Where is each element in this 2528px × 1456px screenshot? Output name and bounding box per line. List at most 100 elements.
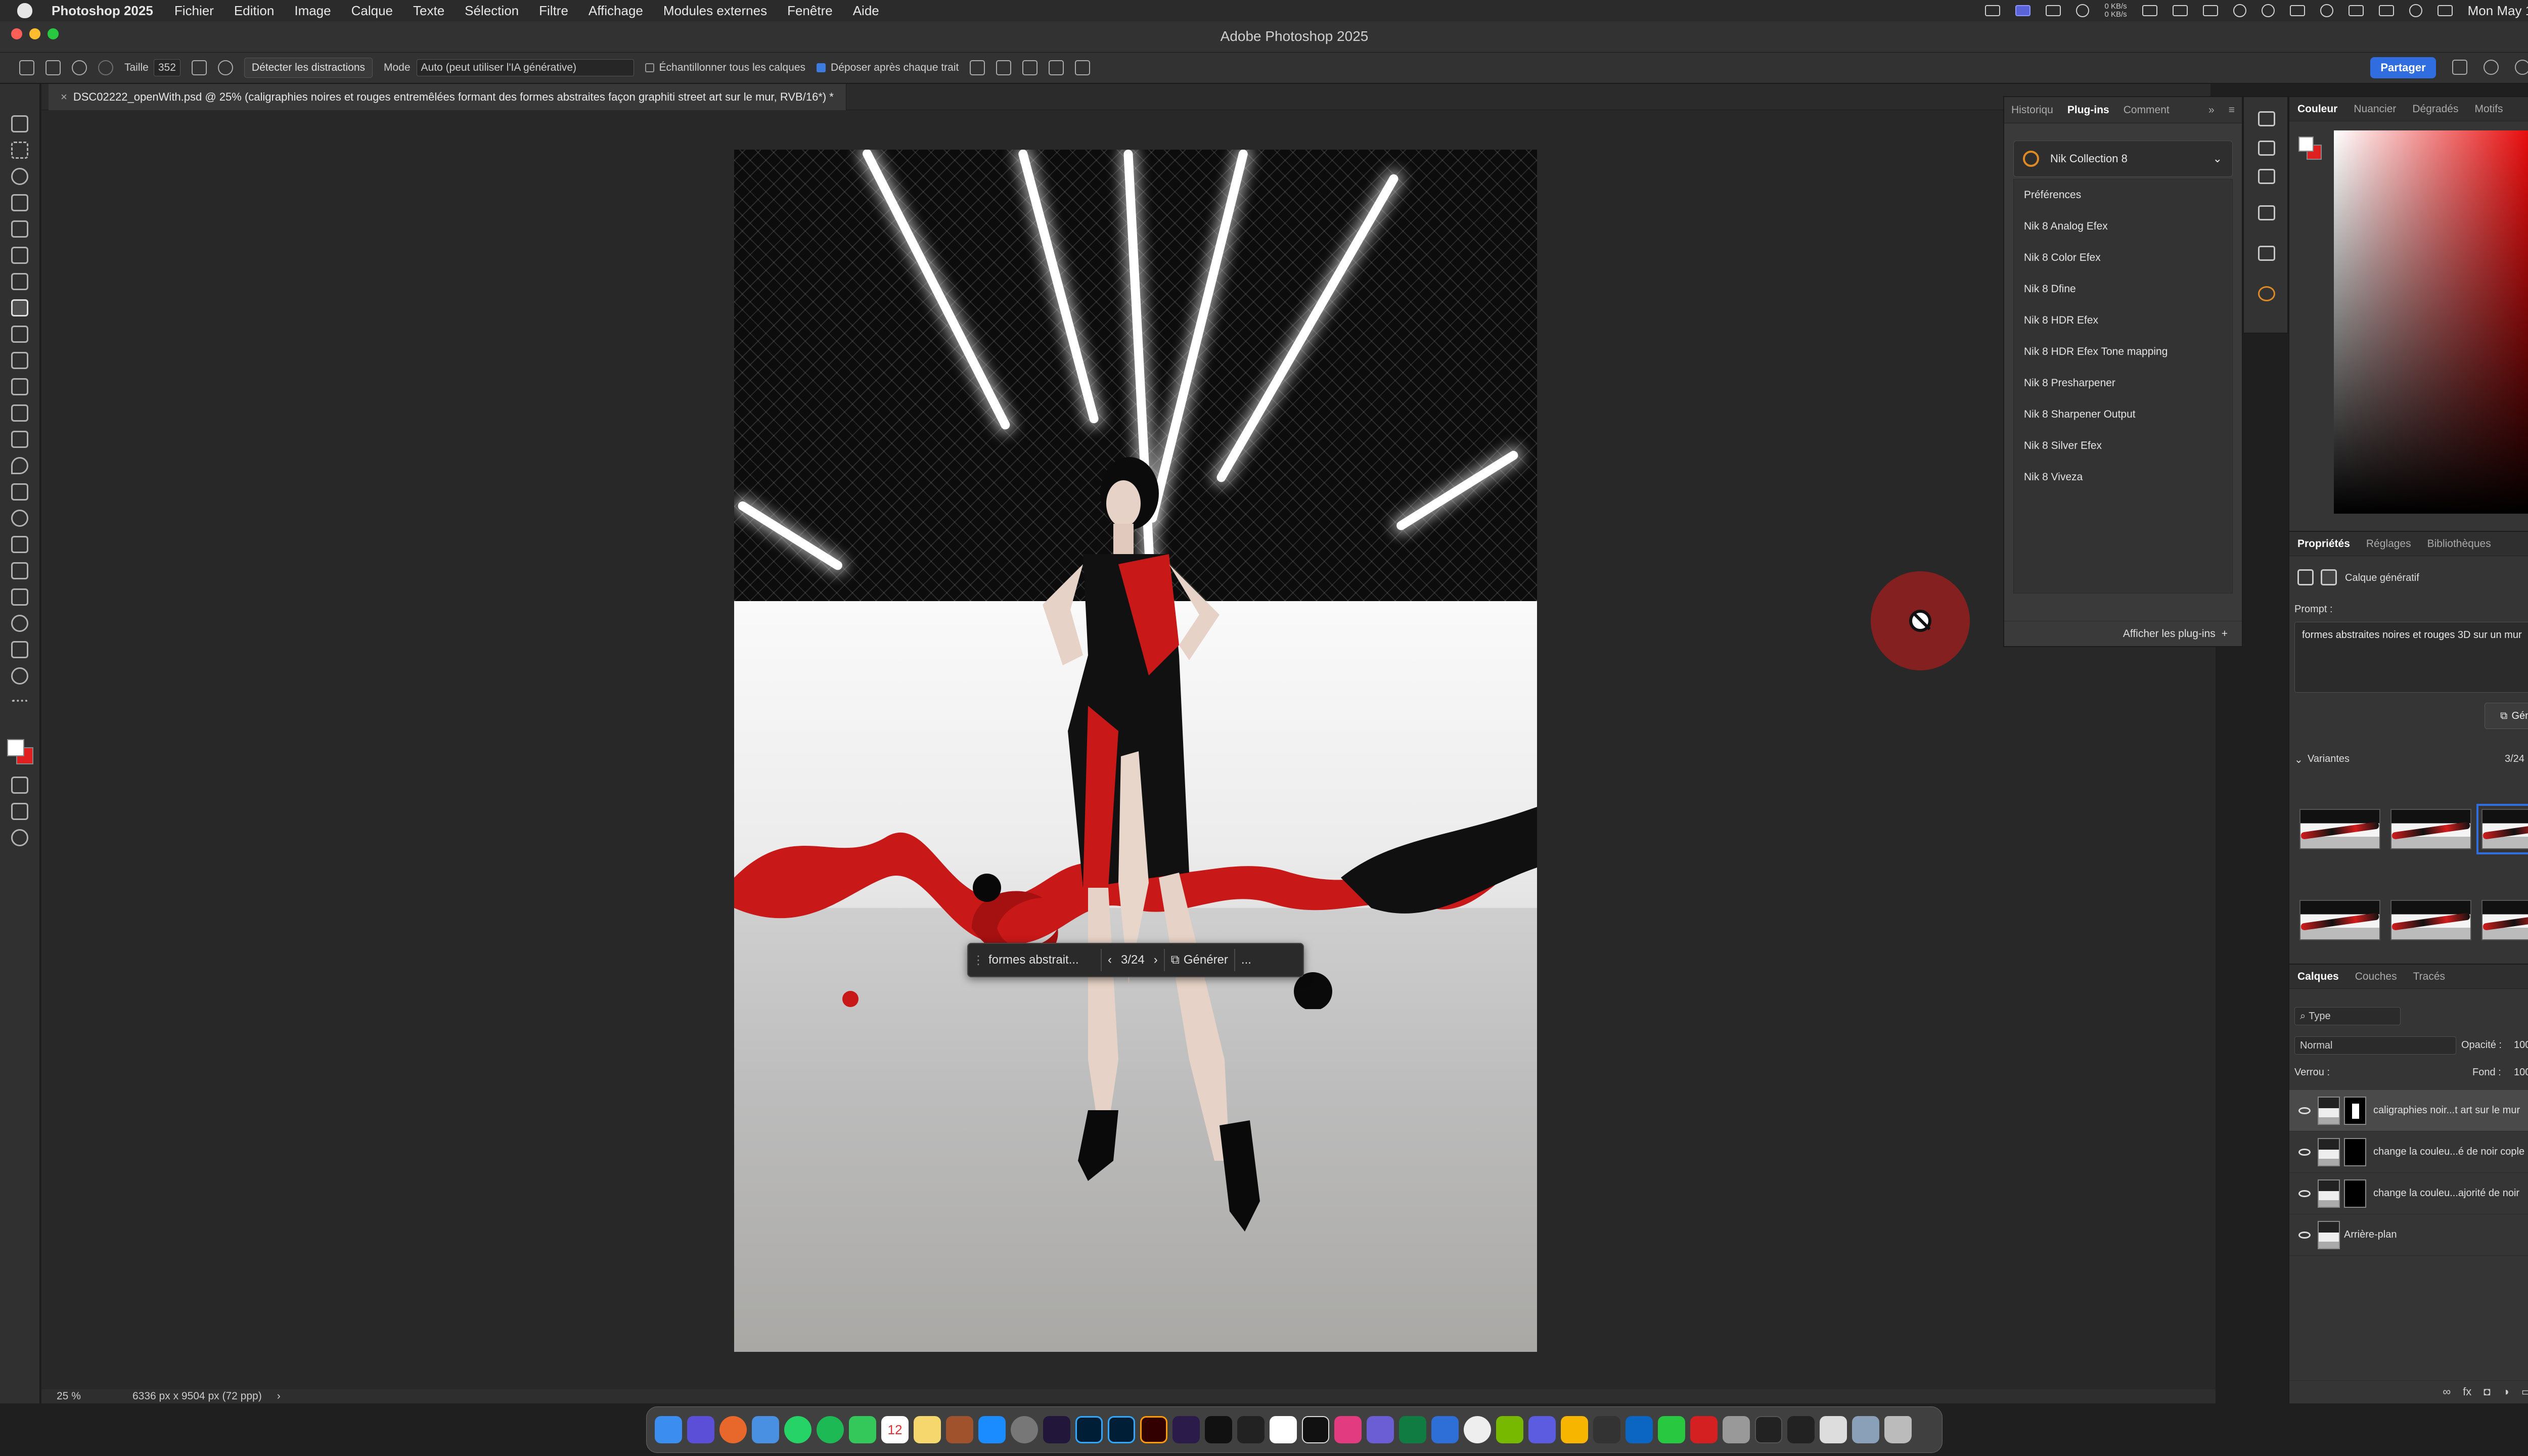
app-store-icon[interactable] [978, 1416, 1006, 1443]
affinity-icon[interactable] [1334, 1416, 1362, 1443]
prompt-preview[interactable]: formes abstrait... [988, 953, 1095, 967]
path-selection-tool-icon[interactable] [11, 588, 28, 606]
creative-cloud-icon[interactable] [2076, 4, 2090, 17]
tab-couleur[interactable]: Couleur [2289, 103, 2345, 115]
detect-distractions-button[interactable]: Détecter les distractions [244, 58, 373, 78]
variant-thumbnail-5[interactable] [2390, 900, 2471, 940]
plugin-item-sharpener-output[interactable]: Nik 8 Sharpener Output [2014, 399, 2232, 430]
history-brush-tool-icon[interactable] [11, 378, 28, 395]
menu-aide[interactable]: Aide [853, 3, 879, 19]
chevron-right-icon[interactable]: › [277, 1390, 281, 1402]
character-panel-icon[interactable] [2258, 246, 2275, 261]
zoom-tool-icon[interactable] [11, 667, 28, 685]
prompt-textarea[interactable]: formes abstraites noires et rouges 3D su… [2294, 622, 2528, 693]
menu-texte[interactable]: Texte [413, 3, 444, 19]
quick-mask-icon[interactable] [11, 777, 28, 794]
add-plugin-icon[interactable]: + [2222, 628, 2228, 640]
messages-icon[interactable] [849, 1416, 876, 1443]
spotlight-search-icon[interactable] [2409, 4, 2422, 17]
menu-edition[interactable]: Edition [234, 3, 275, 19]
tab-calques[interactable]: Calques [2289, 971, 2347, 983]
layer-name[interactable]: Arrière-plan [2344, 1229, 2397, 1241]
type-tool-icon[interactable] [11, 562, 28, 579]
plugin-select[interactable]: Nik Collection 8 ⌄ [2013, 141, 2233, 177]
fill-input[interactable]: 100 % [2514, 1067, 2528, 1078]
facetime-icon[interactable] [1658, 1416, 1685, 1443]
lasso-tool-icon[interactable] [11, 168, 28, 185]
more-options-icon[interactable]: ... [1241, 953, 1251, 967]
terminal-icon[interactable] [1205, 1416, 1232, 1443]
layer-mask-thumbnail[interactable] [2344, 1179, 2366, 1208]
tab-motifs[interactable]: Motifs [2466, 103, 2511, 115]
grid-app-icon[interactable] [2202, 5, 2218, 16]
remove-tool-icon[interactable] [46, 60, 61, 75]
app-menu[interactable]: Photoshop 2025 [52, 3, 153, 19]
generate-button[interactable]: Générer [1184, 953, 1228, 967]
calendar-icon[interactable]: 12 [881, 1416, 909, 1443]
layer-mask-thumbnail[interactable] [2344, 1096, 2366, 1125]
tab-traces[interactable]: Tracés [2405, 971, 2453, 983]
layer-row[interactable]: Arrière-plan ⊡ [2289, 1214, 2528, 1256]
toggle-icon[interactable] [2172, 5, 2188, 16]
play-icon[interactable] [2261, 4, 2275, 17]
media-encoder-icon[interactable] [1172, 1416, 1200, 1443]
paint-bucket-tool-icon[interactable] [11, 431, 28, 448]
size-input[interactable]: 352 [153, 59, 180, 76]
cloud-icon[interactable] [1626, 1416, 1653, 1443]
flag-icon[interactable] [1022, 60, 1038, 75]
menu-fichier[interactable]: Fichier [174, 3, 214, 19]
home-icon[interactable] [19, 60, 34, 75]
layer-row[interactable]: change la couleu...ajorité de noir [2289, 1173, 2528, 1214]
blend-mode-select[interactable]: Normal [2294, 1036, 2456, 1055]
pen-tool-icon[interactable] [11, 536, 28, 553]
sublime-icon[interactable] [1561, 1416, 1588, 1443]
mode-select[interactable]: Auto (peut utiliser l'IA générative) [416, 59, 634, 76]
nik-collection-icon[interactable] [2258, 286, 2275, 301]
acrobat-icon[interactable] [1690, 1416, 1718, 1443]
move-tool-icon[interactable] [11, 115, 28, 132]
object-selection-tool-icon[interactable] [11, 194, 28, 211]
mail-icon[interactable] [752, 1416, 779, 1443]
opacity-input[interactable]: 100 % [2514, 1039, 2528, 1051]
plugin-item-color-efex[interactable]: Nik 8 Color Efex [2014, 242, 2232, 274]
tab-commentaires[interactable]: Comment [2116, 104, 2177, 116]
plugin-item-dfine[interactable]: Nik 8 Dfine [2014, 274, 2232, 305]
system-settings-icon[interactable] [1011, 1416, 1038, 1443]
live-recording-icon[interactable] [1755, 1416, 1782, 1443]
variant-thumbnail-1[interactable] [2299, 809, 2380, 849]
layer-row[interactable]: caligraphies noir...t art sur le mur [2289, 1090, 2528, 1131]
plugin-item-preferences[interactable]: Préférences [2014, 179, 2232, 211]
drop-after-stroke-checkbox[interactable] [817, 63, 826, 72]
foreground-color-swatch[interactable] [7, 739, 24, 756]
foreground-color-swatch[interactable] [2298, 136, 2314, 152]
layer-name[interactable]: change la couleu...é de noir cople [2373, 1146, 2524, 1158]
expand-panels-icon[interactable]: » [2201, 104, 2222, 116]
stage-manager-icon[interactable] [2015, 5, 2031, 16]
finder-icon[interactable] [655, 1416, 682, 1443]
comments-panel-icon[interactable] [2258, 169, 2275, 184]
menu-filtre[interactable]: Filtre [539, 3, 568, 19]
menubar-clock[interactable]: Mon May 12 14:33 [2468, 3, 2528, 19]
plugin-item-hdr-efex[interactable]: Nik 8 HDR Efex [2014, 305, 2232, 336]
zoom-level[interactable]: 25 % [57, 1390, 117, 1402]
discord-icon[interactable] [1528, 1416, 1556, 1443]
discover-icon[interactable] [2515, 60, 2528, 75]
battery-icon[interactable] [2289, 5, 2305, 16]
plugin-item-hdr-tone-mapping[interactable]: Nik 8 HDR Efex Tone mapping [2014, 336, 2232, 368]
console-icon[interactable] [1787, 1416, 1815, 1443]
drag-handle-icon[interactable]: ⋮ [972, 953, 984, 968]
pressure-icon[interactable] [191, 60, 207, 75]
visibility-eye-icon[interactable] [2298, 1107, 2311, 1114]
properties-generate-button[interactable]: ⧉ Générer [2485, 703, 2528, 729]
notification-center-icon[interactable] [2437, 5, 2453, 16]
close-tab-icon[interactable]: × [61, 90, 67, 104]
thumbs-down-icon[interactable] [996, 60, 1012, 75]
plugin-item-analog-efex[interactable]: Nik 8 Analog Efex [2014, 211, 2232, 242]
activity-monitor-icon[interactable] [1593, 1416, 1620, 1443]
excel-icon[interactable] [1399, 1416, 1426, 1443]
plugin-item-presharpener[interactable]: Nik 8 Presharpener [2014, 368, 2232, 399]
thumbs-up-icon[interactable] [970, 60, 985, 75]
document-tab[interactable]: × DSC02222_openWith.psd @ 25% (caligraph… [49, 84, 846, 110]
variant-thumbnail-3[interactable] [2476, 804, 2528, 854]
settings-gear-icon[interactable] [217, 60, 233, 75]
